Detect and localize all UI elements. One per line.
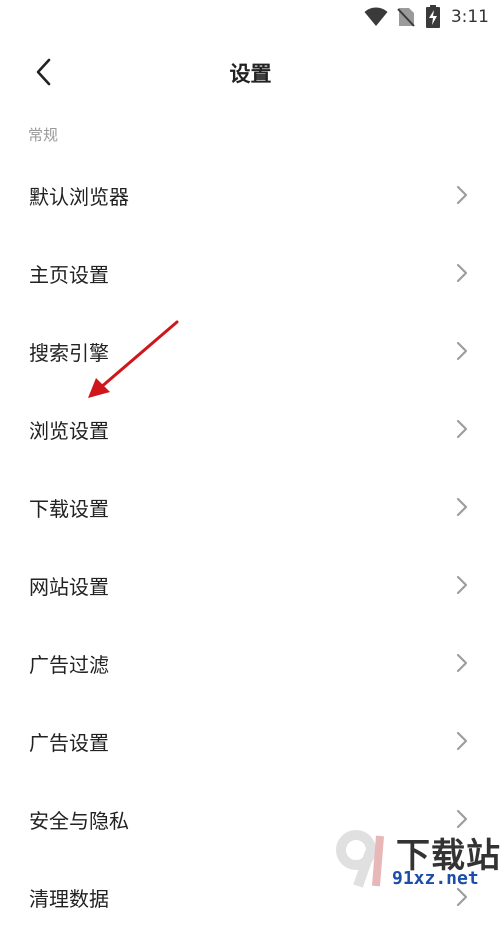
menu-item-label: 安全与隐私: [29, 809, 129, 833]
wifi-icon: [364, 7, 388, 26]
menu-item-label: 广告设置: [29, 731, 109, 755]
status-time: 3:11: [450, 7, 489, 27]
menu-item-label: 搜索引擎: [29, 341, 109, 365]
page-title: 设置: [229, 62, 272, 86]
menu-item-download-settings[interactable]: 下载设置: [0, 468, 501, 546]
menu-item-label: 下载设置: [29, 497, 109, 521]
menu-item-ad-settings[interactable]: 广告设置: [0, 702, 501, 780]
menu-item-homepage-settings[interactable]: 主页设置: [0, 234, 501, 312]
section-title: 常规: [28, 126, 59, 144]
watermark-url: 91xz.net: [392, 868, 479, 889]
menu-item-site-settings[interactable]: 网站设置: [0, 546, 501, 624]
chevron-right-icon: [456, 341, 468, 361]
chevron-right-icon: [456, 497, 468, 517]
menu-item-default-browser[interactable]: 默认浏览器: [0, 156, 501, 234]
settings-menu: 默认浏览器 主页设置 搜索引擎 浏览设置 下载设置 网站设置 广告过滤 广告设置…: [0, 156, 501, 936]
watermark-logo: 下载站 91xz.net: [336, 826, 501, 890]
menu-item-label: 默认浏览器: [29, 185, 129, 209]
menu-item-ad-filter[interactable]: 广告过滤: [0, 624, 501, 702]
header: 设置: [0, 44, 501, 102]
battery-charging-icon: [426, 5, 440, 28]
chevron-right-icon: [456, 731, 468, 751]
watermark-emblem-icon: [336, 830, 384, 888]
chevron-right-icon: [456, 575, 468, 595]
menu-item-label: 广告过滤: [29, 653, 109, 677]
menu-item-label: 主页设置: [29, 263, 109, 287]
chevron-right-icon: [456, 419, 468, 439]
menu-item-label: 浏览设置: [29, 419, 109, 443]
chevron-right-icon: [456, 185, 468, 205]
chevron-right-icon: [456, 653, 468, 673]
menu-item-browsing-settings[interactable]: 浏览设置: [0, 390, 501, 468]
menu-item-label: 网站设置: [29, 575, 109, 599]
status-bar: 3:11: [0, 0, 501, 36]
no-sim-icon: [397, 8, 415, 27]
menu-item-search-engine[interactable]: 搜索引擎: [0, 312, 501, 390]
chevron-right-icon: [456, 263, 468, 283]
menu-item-label: 清理数据: [29, 887, 109, 911]
